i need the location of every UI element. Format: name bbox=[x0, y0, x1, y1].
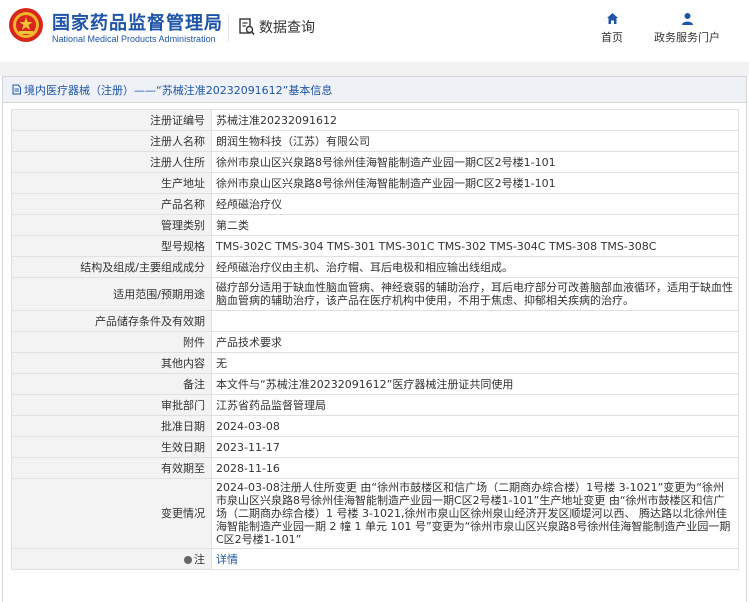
table-row: 备注 本文件与“苏械注准20232091612”医疗器械注册证共同使用 bbox=[11, 373, 739, 395]
table-row: 其他内容无 bbox=[11, 352, 739, 374]
note-value-cell: 详情 bbox=[211, 548, 739, 570]
data-query-link[interactable]: 数据查询 bbox=[239, 17, 315, 37]
table-row: 管理类别 第二类 bbox=[11, 214, 739, 236]
field-value: 2024-03-08 bbox=[211, 415, 739, 437]
registration-info-table: 注册证编号 苏械注准20232091612 注册人名称 朗润生物科技（江苏）有限公司… bbox=[11, 109, 739, 570]
field-value: 2028-11-16 bbox=[211, 457, 739, 479]
document-search-icon bbox=[239, 18, 255, 36]
data-query-label: 数据查询 bbox=[259, 20, 315, 36]
field-label: 适用范围/预期用途 bbox=[11, 277, 212, 311]
breadcrumb-text: 境内医疗器械（注册）——“苏械注准20232091612”基本信息 bbox=[24, 83, 333, 97]
field-value: 经颅磁治疗仪 bbox=[211, 193, 739, 215]
national-emblem-logo[interactable] bbox=[8, 7, 44, 43]
field-label: 有效期至 bbox=[11, 457, 212, 479]
field-label: 产品名称 bbox=[11, 193, 212, 215]
field-label: 结构及组成/主要组成成分 bbox=[11, 256, 212, 278]
table-row: 产品储存条件及有效期 bbox=[11, 310, 739, 332]
field-label: 注册人名称 bbox=[11, 130, 212, 152]
table-row: 变更情况 2024-03-08注册人住所变更 由“徐州市鼓楼区和信广场（二期商办综… bbox=[11, 478, 739, 549]
field-label: 注册人住所 bbox=[11, 151, 212, 173]
field-label: 其他内容 bbox=[11, 352, 212, 374]
table-row: 生效日期 2023-11-17 bbox=[11, 436, 739, 458]
field-value: 朗润生物科技（江苏）有限公司 bbox=[211, 130, 739, 152]
table-row: 注册人住所 徐州市泉山区兴泉路8号徐州佳海智能制造产业园一期C区2号楼1-101 bbox=[11, 151, 739, 173]
document-icon bbox=[12, 84, 21, 95]
table-row: 产品名称 经颅磁治疗仪 bbox=[11, 193, 739, 215]
field-value: 徐州市泉山区兴泉路8号徐州佳海智能制造产业园一期C区2号楼1-101 bbox=[211, 172, 739, 194]
field-value: TMS-302C TMS-304 TMS-301 TMS-301C TMS-30… bbox=[211, 235, 739, 257]
site-header: 国家药品监督管理局 National Medical Products Admi… bbox=[0, 0, 749, 62]
site-subtitle: National Medical Products Administration bbox=[52, 34, 216, 44]
field-label: 产品储存条件及有效期 bbox=[11, 310, 212, 332]
field-value: 江苏省药品监督管理局 bbox=[211, 394, 739, 416]
field-value: 经颅磁治疗仪由主机、治疗帽、耳后电极和相应输出线组成。 bbox=[211, 256, 739, 278]
field-label: 审批部门 bbox=[11, 394, 212, 416]
field-value: 2024-03-08注册人住所变更 由“徐州市鼓楼区和信广场（二期商办综合楼）1… bbox=[211, 478, 739, 549]
table-row: 注册人名称 朗润生物科技（江苏）有限公司 bbox=[11, 130, 739, 152]
bulb-icon bbox=[184, 555, 192, 564]
field-label: 型号规格 bbox=[11, 235, 212, 257]
note-label-cell: 注 bbox=[11, 548, 212, 570]
field-label: 生效日期 bbox=[11, 436, 212, 458]
table-row: 注册证编号 苏械注准20232091612 bbox=[11, 109, 739, 131]
header-gap bbox=[0, 62, 749, 76]
nav-home-label: 首页 bbox=[601, 31, 623, 44]
nav-services[interactable]: 政务服务门户 bbox=[654, 12, 720, 45]
table-row: 生产地址 徐州市泉山区兴泉路8号徐州佳海智能制造产业园一期C区2号楼1-101 bbox=[11, 172, 739, 194]
field-label: 生产地址 bbox=[11, 172, 212, 194]
table-row: 注 详情 bbox=[11, 548, 739, 570]
field-value: 苏械注准20232091612 bbox=[211, 109, 739, 131]
table-row: 有效期至 2028-11-16 bbox=[11, 457, 739, 479]
header-divider bbox=[228, 14, 229, 42]
table-row: 结构及组成/主要组成成分 经颅磁治疗仪由主机、治疗帽、耳后电极和相应输出线组成。 bbox=[11, 256, 739, 278]
field-value bbox=[211, 310, 739, 332]
field-value: 本文件与“苏械注准20232091612”医疗器械注册证共同使用 bbox=[211, 373, 739, 395]
field-label: 变更情况 bbox=[11, 478, 212, 549]
field-value: 2023-11-17 bbox=[211, 436, 739, 458]
table-row: 型号规格 TMS-302C TMS-304 TMS-301 TMS-301C TM… bbox=[11, 235, 739, 257]
breadcrumb: 境内医疗器械（注册）——“苏械注准20232091612”基本信息 bbox=[3, 77, 746, 103]
nav-home[interactable]: 首页 bbox=[601, 12, 623, 45]
field-value: 无 bbox=[211, 352, 739, 374]
field-label: 备注 bbox=[11, 373, 212, 395]
details-link[interactable]: 详情 bbox=[216, 553, 238, 566]
table-row: 附件 产品技术要求 bbox=[11, 331, 739, 353]
field-label: 批准日期 bbox=[11, 415, 212, 437]
table-row: 批准日期 2024-03-08 bbox=[11, 415, 739, 437]
field-label: 注册证编号 bbox=[11, 109, 212, 131]
site-title[interactable]: 国家药品监督管理局 bbox=[52, 9, 223, 35]
detail-panel: 境内医疗器械（注册）——“苏械注准20232091612”基本信息 注册证编号苏… bbox=[2, 76, 747, 602]
field-value: 徐州市泉山区兴泉路8号徐州佳海智能制造产业园一期C区2号楼1-101 bbox=[211, 151, 739, 173]
field-label: 管理类别 bbox=[11, 214, 212, 236]
field-label: 注 bbox=[194, 552, 205, 566]
table-row: 审批部门 江苏省药品监督管理局 bbox=[11, 394, 739, 416]
field-value: 磁疗部分适用于缺血性脑血管病、神经衰弱的辅助治疗，耳后电疗部分可改善脑部血液循环… bbox=[211, 277, 739, 311]
nav-services-label: 政务服务门户 bbox=[654, 31, 720, 44]
table-row: 适用范围/预期用途 磁疗部分适用于缺血性脑血管病、神经衰弱的辅助治疗，耳后电疗部分… bbox=[11, 277, 739, 311]
field-value: 产品技术要求 bbox=[211, 331, 739, 353]
field-label: 附件 bbox=[11, 331, 212, 353]
field-value: 第二类 bbox=[211, 214, 739, 236]
home-icon bbox=[606, 13, 618, 24]
user-icon bbox=[681, 13, 693, 25]
